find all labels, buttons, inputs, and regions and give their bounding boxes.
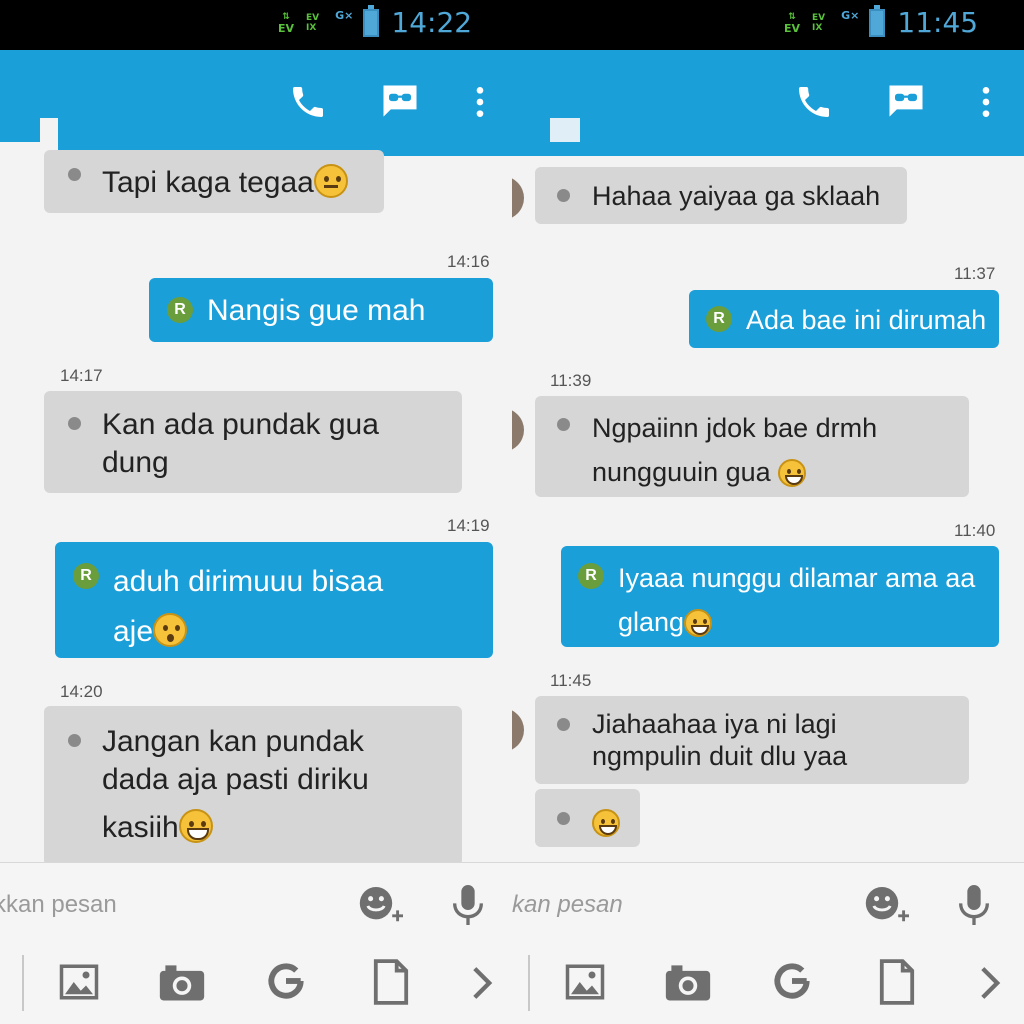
sms-badge-icon: R <box>578 563 604 589</box>
thinking-emoji-icon <box>313 164 348 198</box>
phone-icon[interactable] <box>284 78 332 126</box>
google-icon[interactable] <box>770 959 814 1008</box>
grin-emoji-icon <box>592 809 620 837</box>
image-artifact <box>550 118 580 142</box>
network-indicator: ⇅ EV <box>278 11 295 35</box>
chevron-right-icon[interactable] <box>470 965 494 1006</box>
grin-emoji-icon <box>778 459 807 487</box>
status-time: 14:22 <box>391 6 473 39</box>
avatar[interactable] <box>512 176 524 220</box>
status-bar: ⇅ EV EV IX G× 14:22 <box>0 0 512 50</box>
message-time: 14:19 <box>447 516 490 535</box>
incoming-message[interactable]: Hahaa yaiyaa ga sklaah <box>535 167 907 224</box>
message-time: 14:20 <box>60 682 103 701</box>
divider <box>22 955 24 1011</box>
sender-dot <box>557 718 570 731</box>
sms-badge-icon: R <box>73 563 99 589</box>
microphone-icon[interactable] <box>448 883 488 932</box>
message-time: 11:37 <box>954 264 996 283</box>
message-composer: kan pesan <box>512 862 1024 1024</box>
message-text: Hahaa yaiyaa ga sklaah <box>592 181 881 211</box>
sender-dot <box>557 418 570 431</box>
file-icon[interactable] <box>372 959 410 1010</box>
sender-dot <box>68 734 81 747</box>
sender-dot <box>68 168 81 181</box>
app-bar <box>512 50 1024 156</box>
status-bar: ⇅ EV EV IX G× 11:45 <box>512 0 1024 50</box>
message-text: Jiahaahaa iya ni lagi ngmpulin duit dlu … <box>592 709 848 771</box>
network-indicator: ⇅ EV <box>784 11 801 35</box>
message-mode-icon[interactable] <box>376 78 424 126</box>
outgoing-message[interactable]: R aduh dirimuuu bisaa aje <box>55 542 493 658</box>
microphone-icon[interactable] <box>954 883 994 932</box>
file-icon[interactable] <box>878 959 916 1010</box>
avatar[interactable] <box>512 708 524 752</box>
more-vert-icon[interactable] <box>962 78 1010 126</box>
outgoing-message[interactable]: R Nangis gue mah <box>149 278 493 342</box>
message-text: Kan ada pundak gua dung <box>102 408 379 479</box>
incoming-message[interactable]: Jangan kan pundak dada aja pasti diriku … <box>44 706 462 866</box>
message-text <box>592 803 620 841</box>
emoji-add-icon[interactable] <box>358 885 412 930</box>
sender-dot <box>68 417 81 430</box>
more-vert-icon[interactable] <box>456 78 504 126</box>
google-icon[interactable] <box>264 959 308 1008</box>
camera-icon[interactable] <box>158 961 206 1008</box>
signal-indicator: EV IX <box>812 12 826 33</box>
surprised-emoji-icon <box>153 613 188 647</box>
incoming-message[interactable] <box>535 789 640 847</box>
sender-dot <box>557 812 570 825</box>
sms-badge-icon: R <box>167 297 193 323</box>
message-composer: kkan pesan <box>0 862 512 1024</box>
incoming-message[interactable]: Kan ada pundak gua dung <box>44 391 462 493</box>
avatar[interactable] <box>512 408 524 452</box>
chat-screenshot-right: ⇅ EV EV IX G× 11:45 Hahaa yaiyaa ga sklaah… <box>512 0 1024 1024</box>
image-icon[interactable] <box>564 961 606 1008</box>
data-indicator: G× <box>841 9 860 22</box>
message-time: 14:17 <box>60 366 103 385</box>
phone-icon[interactable] <box>790 78 838 126</box>
signal-indicator: EV IX <box>306 12 320 33</box>
outgoing-message[interactable]: R Ada bae ini dirumah <box>689 290 999 348</box>
battery-icon <box>363 4 380 37</box>
message-text: Nangis gue mah <box>207 294 426 327</box>
sms-badge-icon: R <box>706 306 732 332</box>
image-icon[interactable] <box>58 961 100 1008</box>
message-text: Ada bae ini dirumah <box>746 305 987 335</box>
camera-icon[interactable] <box>664 961 712 1008</box>
status-time: 11:45 <box>897 6 979 39</box>
message-time: 11:39 <box>550 371 592 390</box>
message-mode-icon[interactable] <box>882 78 930 126</box>
chevron-right-icon[interactable] <box>978 965 1002 1006</box>
chat-screenshot-left: ⇅ EV EV IX G× 14:22 Tapi kaga tegaa 14:16 … <box>0 0 512 1024</box>
divider <box>528 955 530 1011</box>
message-time: 11:45 <box>550 671 592 690</box>
battery-icon <box>869 4 886 37</box>
incoming-message[interactable]: Ngpaiinn jdok bae drmh nungguuin gua <box>535 396 969 497</box>
sender-dot <box>557 189 570 202</box>
message-text: Iyaaa nunggu dilamar ama aa glang <box>618 563 976 637</box>
message-text: Ngpaiinn jdok bae drmh nungguuin gua <box>592 413 878 487</box>
grin-emoji-icon <box>178 809 213 843</box>
message-input[interactable]: kkan pesan <box>0 891 117 919</box>
message-time: 11:40 <box>954 521 996 540</box>
incoming-message[interactable]: Tapi kaga tegaa <box>44 150 384 213</box>
app-bar <box>0 50 512 156</box>
message-text: aduh dirimuuu bisaa aje <box>113 565 384 648</box>
message-text: Tapi kaga tegaa <box>102 164 348 202</box>
image-artifact <box>0 118 40 142</box>
laughing-emoji-icon <box>684 609 713 637</box>
emoji-add-icon[interactable] <box>864 885 918 930</box>
message-text: Jangan kan pundak dada aja pasti diriku … <box>102 725 369 844</box>
outgoing-message[interactable]: R Iyaaa nunggu dilamar ama aa glang <box>561 546 999 647</box>
incoming-message[interactable]: Jiahaahaa iya ni lagi ngmpulin duit dlu … <box>535 696 969 784</box>
message-time: 14:16 <box>447 252 490 271</box>
message-input[interactable]: kan pesan <box>512 891 623 919</box>
data-indicator: G× <box>335 9 354 22</box>
